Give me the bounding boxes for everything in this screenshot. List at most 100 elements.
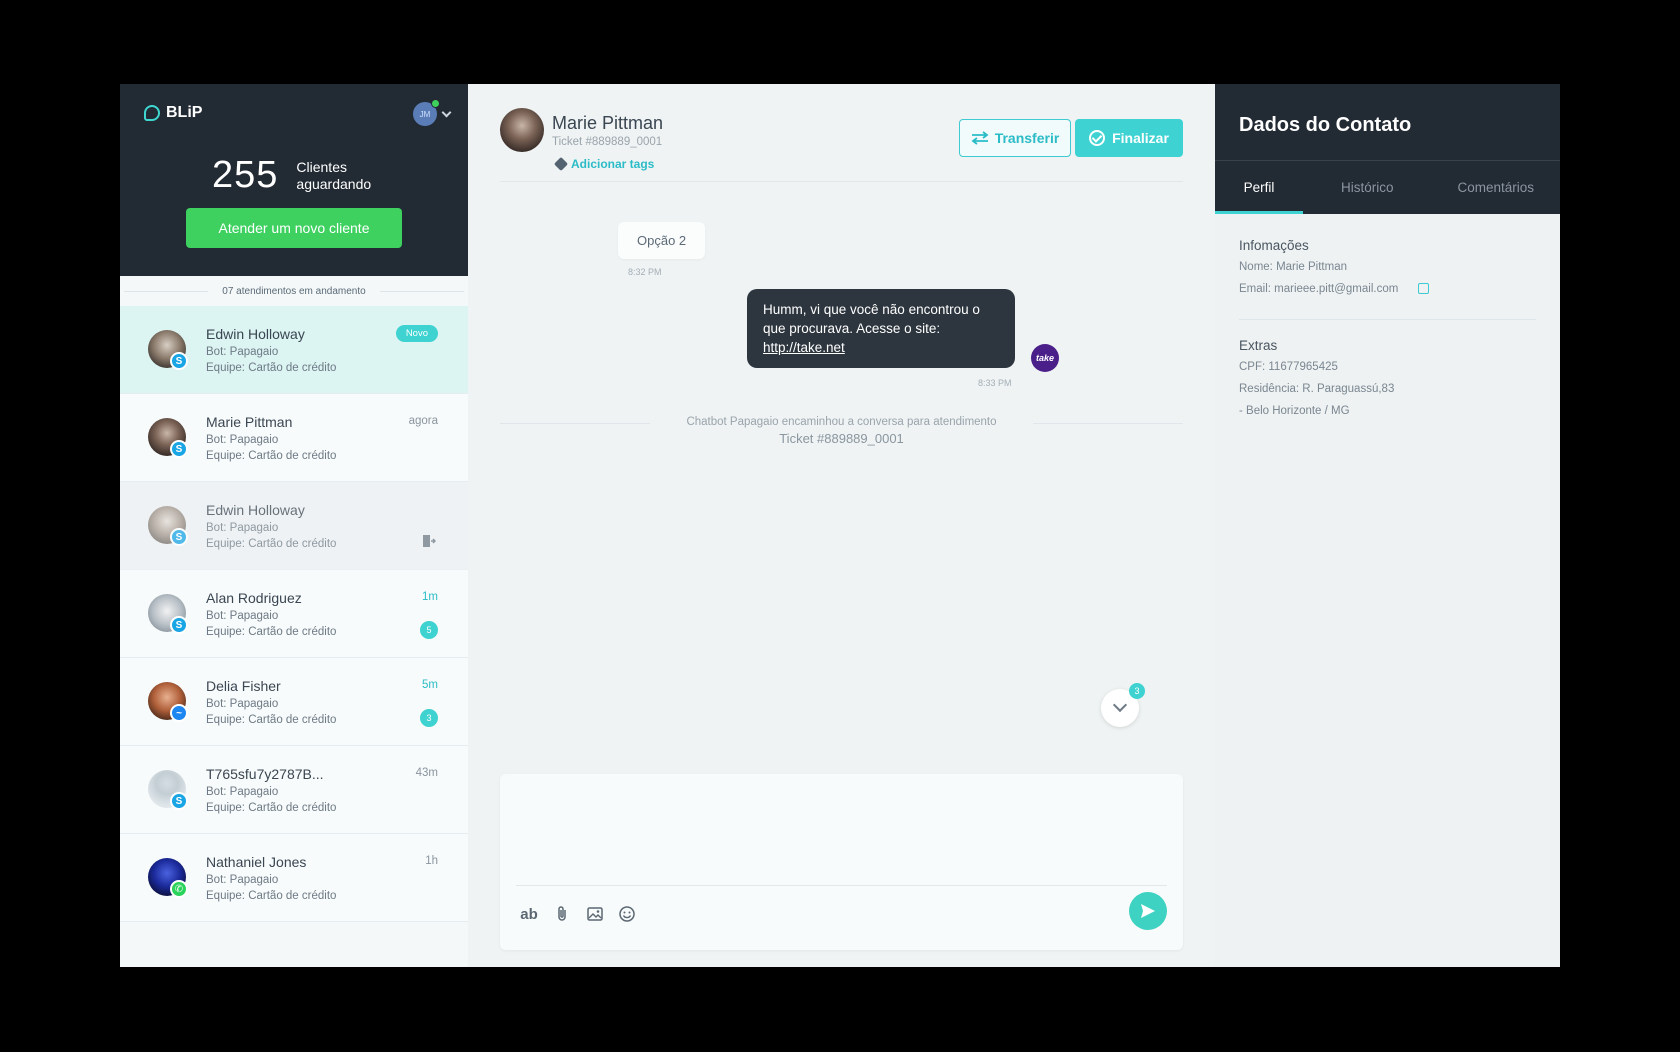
add-tags-label: Adicionar tags <box>571 157 655 171</box>
divider <box>1033 423 1183 424</box>
message-timestamp: 8:33 PM <box>978 378 1012 388</box>
waiting-counter: 255 Clientes aguardando <box>212 154 396 197</box>
tag-icon <box>553 156 569 172</box>
timestamp: 43m <box>415 767 438 779</box>
user-initials: JM <box>419 109 431 119</box>
exit-icon[interactable] <box>422 534 436 548</box>
online-status-icon <box>431 99 440 108</box>
list-item[interactable]: S T765sfu7y2787B... Bot: Papagaio Equipe… <box>120 746 468 834</box>
list-item[interactable]: ✆ Nathaniel Jones Bot: Papagaio Equipe: … <box>120 834 468 922</box>
add-tags-link[interactable]: Adicionar tags <box>553 156 655 172</box>
avatar <box>500 108 544 152</box>
timestamp: agora <box>408 415 438 427</box>
outgoing-message: Humm, vi que você não encontrou o que pr… <box>747 289 1015 368</box>
bot-label: Bot: Papagaio <box>206 346 279 358</box>
status-badge: Novo <box>395 325 438 342</box>
chat-panel: Marie Pittman Ticket #889889_0001 Adicio… <box>468 84 1215 967</box>
system-notice: Chatbot Papagaio encaminhou a conversa p… <box>500 416 1183 446</box>
residence-city-field: - Belo Horizonte / MG <box>1239 405 1350 417</box>
list-item[interactable]: ~ Delia Fisher Bot: Papagaio Equipe: Car… <box>120 658 468 746</box>
skype-icon: S <box>170 616 188 634</box>
list-item[interactable]: S Edwin Holloway Bot: Papagaio Equipe: C… <box>120 306 468 394</box>
contact-header: Dados do Contato Perfil Histórico Coment… <box>1215 84 1560 214</box>
unread-count-badge: 5 <box>420 621 438 639</box>
chat-contact-name: Marie Pittman <box>552 113 664 133</box>
divider <box>379 290 464 292</box>
contact-name: T765sfu7y2787B... <box>206 766 324 782</box>
skype-icon: S <box>170 352 188 370</box>
bot-label: Bot: Papagaio <box>206 698 279 710</box>
list-item[interactable]: S Marie Pittman Bot: Papagaio Equipe: Ca… <box>120 394 468 482</box>
message-text: Humm, vi que você não encontrou o que pr… <box>763 302 980 336</box>
skype-icon: S <box>170 528 188 546</box>
timestamp: 1m <box>422 591 438 603</box>
contact-panel: Dados do Contato Perfil Histórico Coment… <box>1215 84 1560 967</box>
send-button[interactable] <box>1129 892 1167 930</box>
timestamp: 5m <box>422 679 438 691</box>
contact-email-row: Email: marieee.pitt@gmail.com <box>1239 281 1536 297</box>
contact-name-field: Nome: Marie Pittman <box>1239 261 1348 273</box>
message-composer: ab <box>500 774 1183 950</box>
message-link[interactable]: http://take.net <box>763 338 999 357</box>
incoming-message: Opção 2 <box>618 222 706 259</box>
conversations-panel: BLiP JM 255 Clientes aguardando Atender … <box>120 84 468 967</box>
brand-logo: BLiP <box>144 104 202 122</box>
divider <box>500 423 650 424</box>
contact-email-field: Email: marieee.pitt@gmail.com <box>1239 283 1399 295</box>
cpf-field: CPF: 11677965425 <box>1239 361 1338 373</box>
divider <box>1239 319 1536 320</box>
bot-label: Bot: Papagaio <box>206 874 279 886</box>
team-label: Equipe: Cartão de crédito <box>206 450 337 462</box>
message-input[interactable] <box>516 782 1167 882</box>
team-label: Equipe: Cartão de crédito <box>206 626 337 638</box>
list-header-text: 07 atendimentos em andamento <box>222 285 366 297</box>
chat-header: Marie Pittman Ticket #889889_0001 Adicio… <box>500 84 1183 182</box>
contact-name: Alan Rodriguez <box>206 590 302 606</box>
new-client-button[interactable]: Atender um novo cliente <box>186 208 402 248</box>
tab-comments[interactable]: Comentários <box>1432 161 1561 214</box>
team-label: Equipe: Cartão de crédito <box>206 714 337 726</box>
messenger-icon: ~ <box>170 704 188 722</box>
copy-icon[interactable] <box>1417 283 1429 295</box>
bot-label: Bot: Papagaio <box>206 610 279 622</box>
tab-history[interactable]: Histórico <box>1303 161 1432 214</box>
user-menu[interactable]: JM <box>413 99 452 126</box>
transfer-label: Transferir <box>994 130 1060 146</box>
team-label: Equipe: Cartão de crédito <box>206 890 337 902</box>
text-format-button[interactable]: ab <box>518 905 540 923</box>
chat-bubble-icon <box>144 105 160 121</box>
image-icon[interactable] <box>586 905 604 923</box>
whatsapp-icon: ✆ <box>170 880 188 898</box>
unread-count-badge: 3 <box>420 709 438 727</box>
list-item[interactable]: S Alan Rodriguez Bot: Papagaio Equipe: C… <box>120 570 468 658</box>
contact-name: Nathaniel Jones <box>206 854 307 870</box>
attachment-icon[interactable] <box>554 905 572 923</box>
contact-name: Marie Pittman <box>206 414 293 430</box>
transfer-button[interactable]: Transferir <box>959 119 1071 157</box>
bot-label: Bot: Papagaio <box>206 434 279 446</box>
transfer-icon <box>971 131 989 145</box>
ticket-number: Ticket #889889_0001 <box>552 136 663 148</box>
finish-button[interactable]: Finalizar <box>1075 119 1183 157</box>
timestamp: 1h <box>425 855 438 867</box>
conversation-list: S Edwin Holloway Bot: Papagaio Equipe: C… <box>120 306 468 967</box>
chevron-down-icon[interactable] <box>441 107 452 117</box>
contact-name: Edwin Holloway <box>206 326 305 342</box>
skype-icon: S <box>170 792 188 810</box>
contact-name: Delia Fisher <box>206 678 281 694</box>
contact-info: Infomações Nome: Marie Pittman Email: ma… <box>1215 214 1560 443</box>
system-text: Chatbot Papagaio encaminhou a conversa p… <box>686 416 997 428</box>
emoji-icon[interactable] <box>618 905 636 923</box>
skype-icon: S <box>170 440 188 458</box>
finish-label: Finalizar <box>1112 130 1169 146</box>
list-item[interactable]: S Edwin Holloway Bot: Papagaio Equipe: C… <box>120 482 468 570</box>
tab-profile[interactable]: Perfil <box>1215 161 1303 214</box>
avatar[interactable]: JM <box>413 99 440 126</box>
info-section-title: Infomações <box>1239 238 1309 253</box>
extras-section-title: Extras <box>1239 338 1278 353</box>
unread-count-badge: 3 <box>1129 683 1145 699</box>
list-header: 07 atendimentos em andamento <box>120 276 468 306</box>
queue-header: BLiP JM 255 Clientes aguardando Atender … <box>120 84 468 276</box>
chevron-down-icon <box>1112 697 1128 713</box>
waiting-label: Clientes aguardando <box>296 158 372 192</box>
